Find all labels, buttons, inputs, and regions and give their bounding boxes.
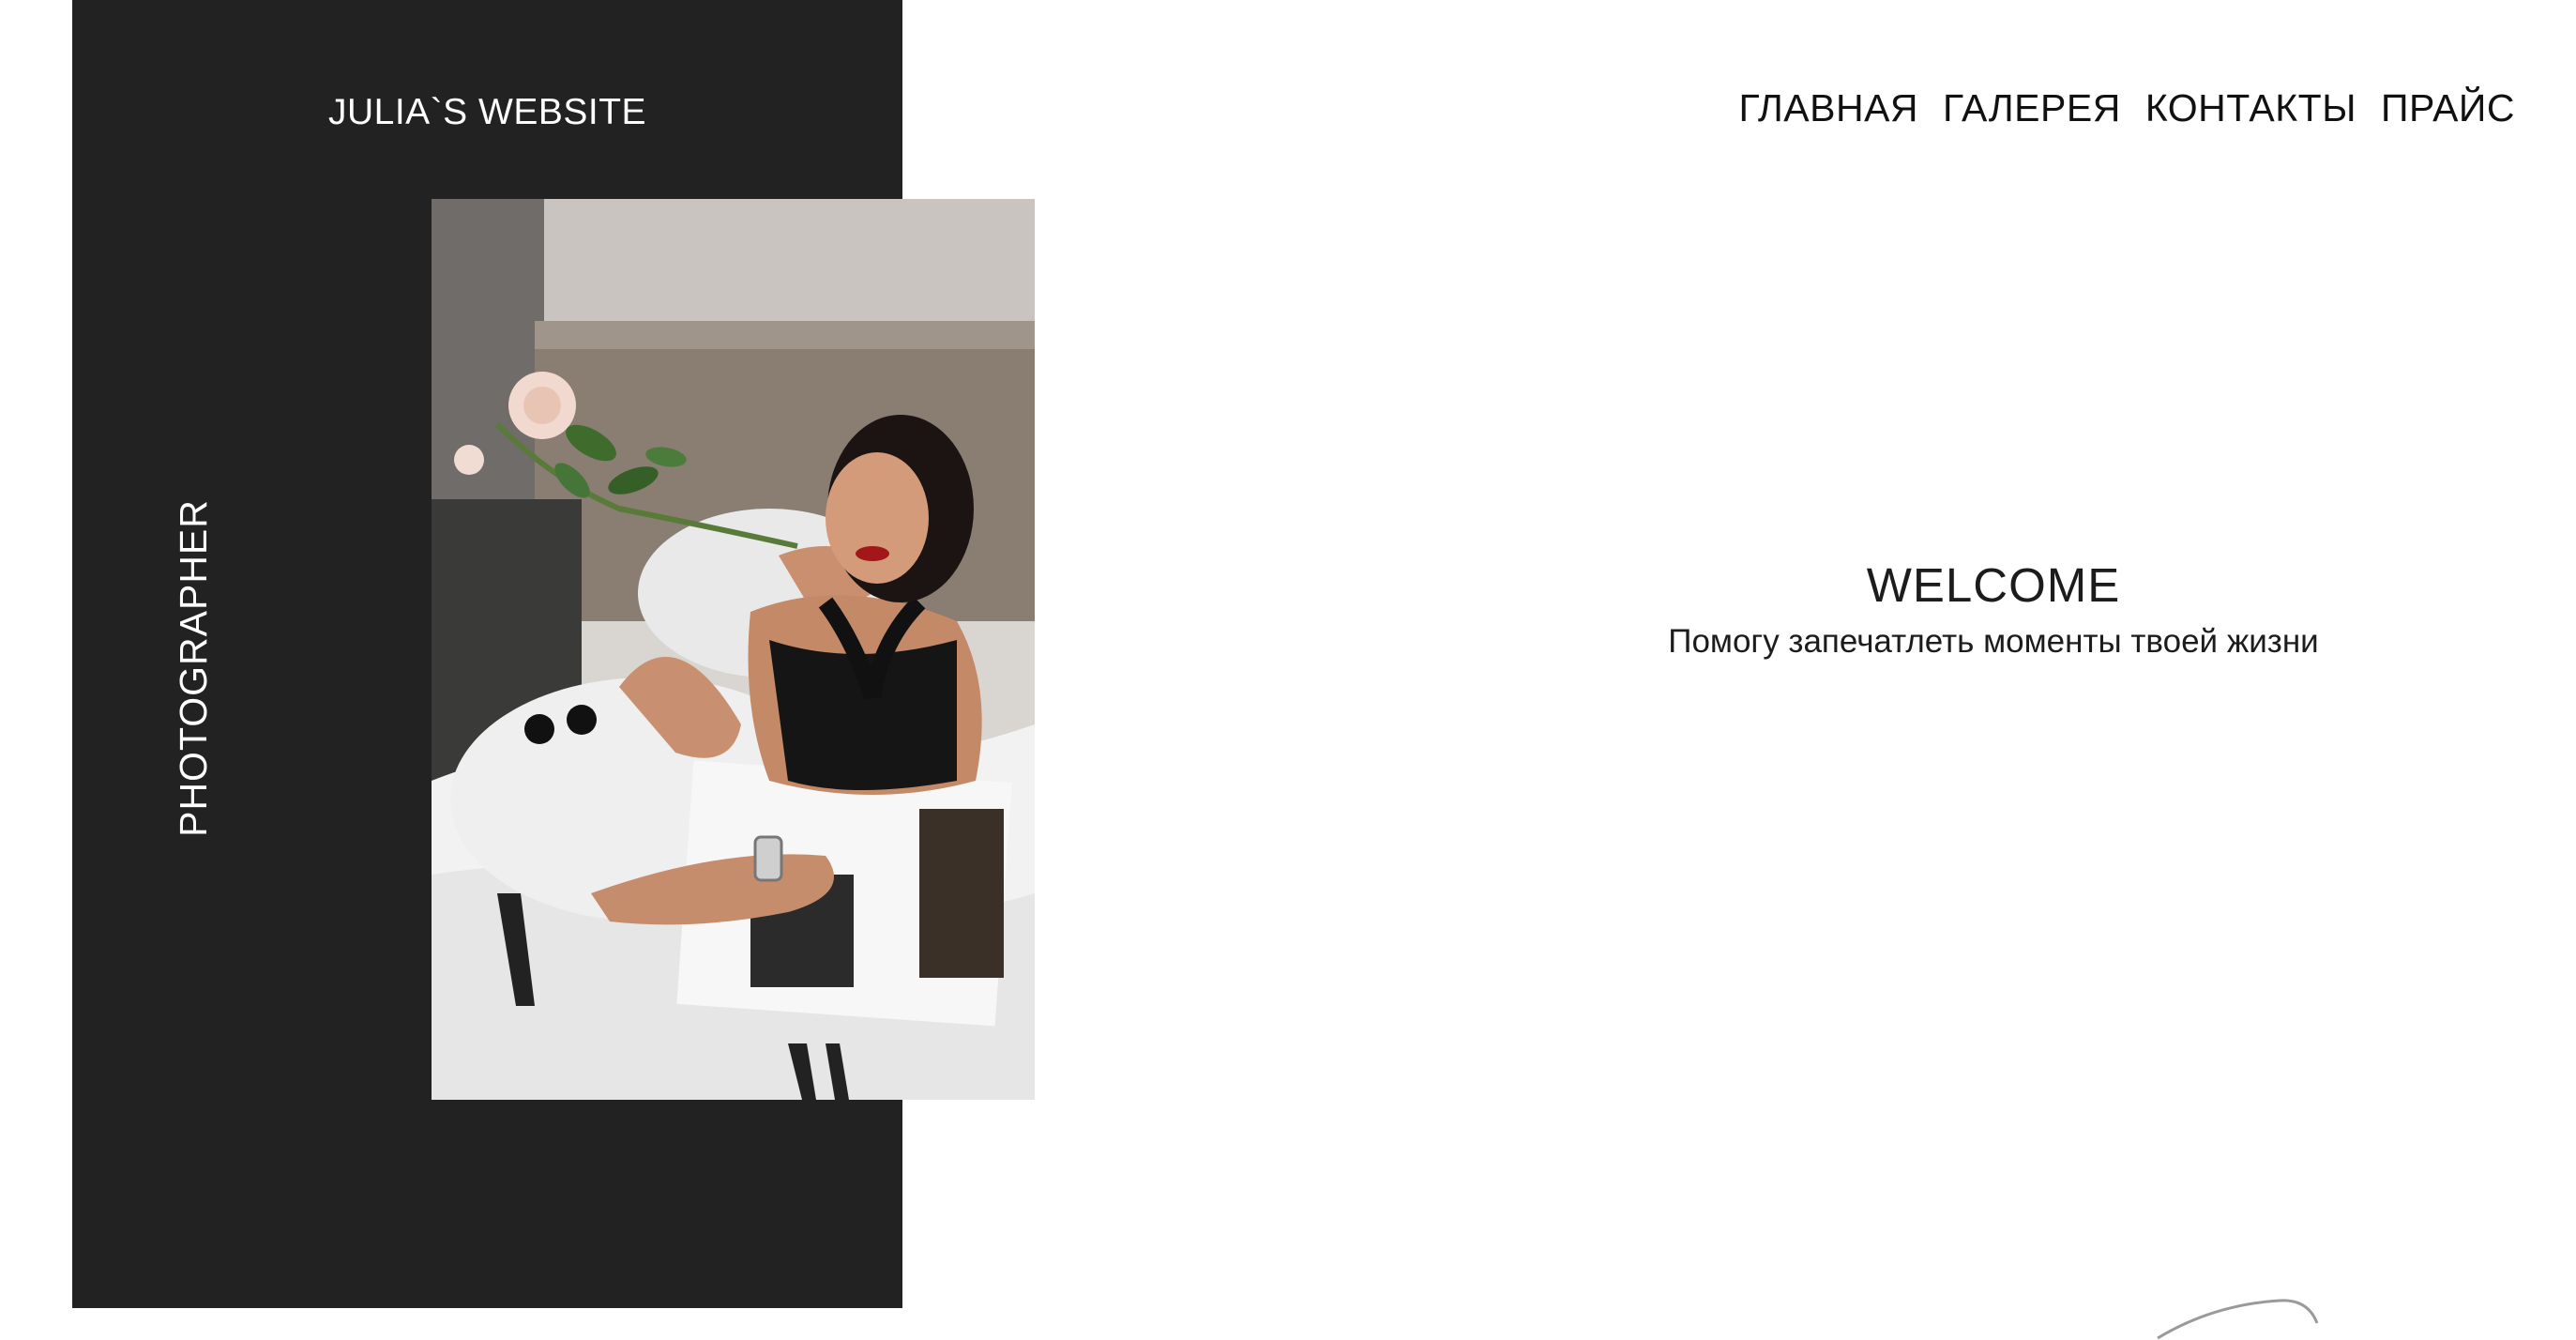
nav-item-kontakty[interactable]: КОНТАКТЫ [2145, 84, 2356, 131]
site-title[interactable]: JULIA`S WEBSITE [72, 90, 902, 135]
hero-photo [432, 199, 1035, 1100]
nav-item-galereya[interactable]: ГАЛЕРЕЯ [1943, 84, 2121, 131]
welcome-block: WELCOME Помогу запечатлеть моменты твоей… [1529, 556, 2458, 662]
nav-item-glavnaya[interactable]: ГЛАВНАЯ [1738, 84, 1918, 131]
welcome-subtitle: Помогу запечатлеть моменты твоей жизни [1668, 623, 2319, 660]
page: JULIA`S WEBSITE PHOTOGRAPHER ГЛАВНАЯ ГАЛ… [0, 0, 2576, 1340]
welcome-title: WELCOME [1866, 558, 2121, 612]
signature-decoration [2157, 1299, 2319, 1340]
main-nav: ГЛАВНАЯ ГАЛЕРЕЯ КОНТАКТЫ ПРАЙС [1738, 84, 2515, 131]
photographer-vertical-label: PHOTOGRAPHER [172, 499, 215, 837]
nav-item-prais[interactable]: ПРАЙС [2381, 84, 2515, 131]
